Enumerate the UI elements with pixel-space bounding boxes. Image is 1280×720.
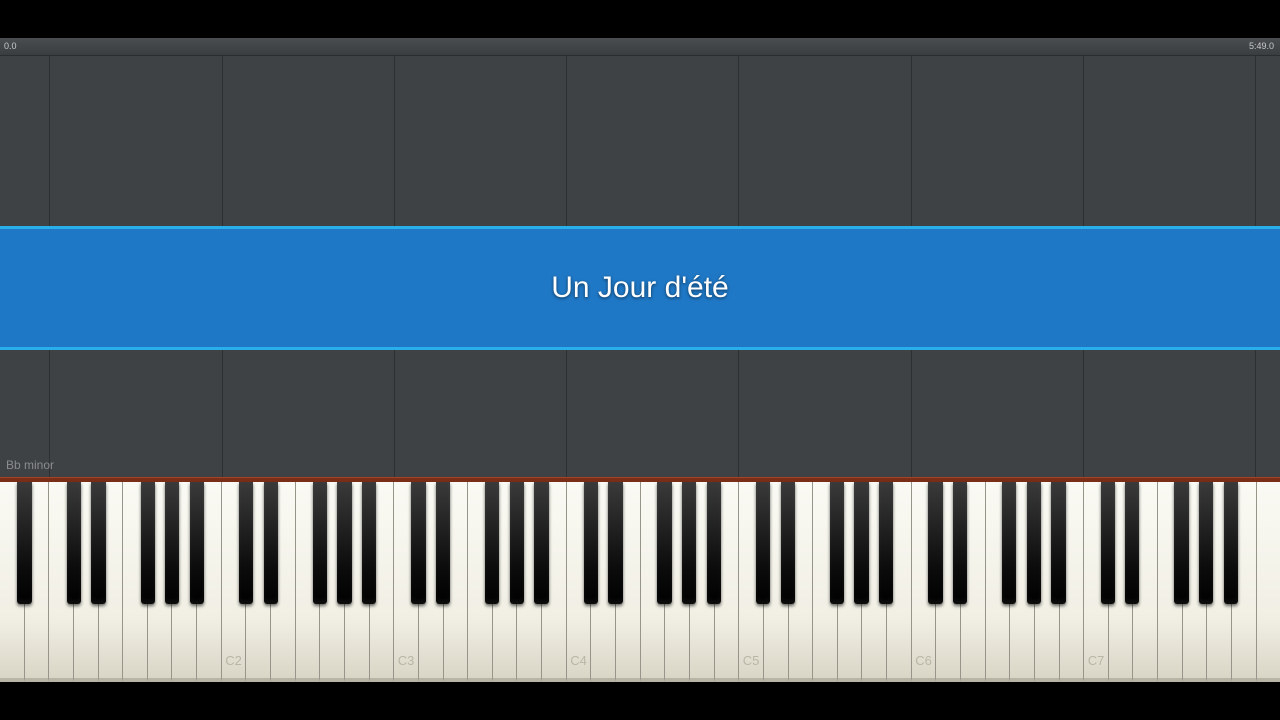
note-roll: Un Jour d'été — [0, 56, 1280, 477]
black-key[interactable] — [854, 482, 868, 604]
black-key[interactable] — [510, 482, 524, 604]
piano-keyboard[interactable]: C2 C3 C4 C5 C6 C7 — [0, 482, 1280, 682]
white-key[interactable] — [1257, 482, 1280, 682]
black-key[interactable] — [190, 482, 204, 604]
song-title-banner: Un Jour d'été — [0, 226, 1280, 350]
timeline-scrubber[interactable]: 0.0 5:49.0 — [0, 38, 1280, 56]
c-key-label: C2 — [222, 653, 246, 668]
c-key-label: C5 — [739, 653, 763, 668]
black-key[interactable] — [313, 482, 327, 604]
black-key[interactable] — [756, 482, 770, 604]
black-key[interactable] — [953, 482, 967, 604]
black-key[interactable] — [781, 482, 795, 604]
black-key[interactable] — [91, 482, 105, 604]
black-key[interactable] — [1101, 482, 1115, 604]
black-key[interactable] — [1174, 482, 1188, 604]
black-key[interactable] — [608, 482, 622, 604]
black-key[interactable] — [165, 482, 179, 604]
black-key[interactable] — [682, 482, 696, 604]
black-key[interactable] — [141, 482, 155, 604]
black-key[interactable] — [411, 482, 425, 604]
black-key[interactable] — [707, 482, 721, 604]
song-title: Un Jour d'été — [551, 271, 729, 305]
black-key[interactable] — [1125, 482, 1139, 604]
black-key[interactable] — [264, 482, 278, 604]
c-key-label: C7 — [1084, 653, 1108, 668]
c-key-label: C3 — [394, 653, 418, 668]
key-signature-label: Bb minor — [6, 458, 54, 472]
timeline-start-time: 0.0 — [4, 41, 17, 51]
black-key[interactable] — [584, 482, 598, 604]
c-key-label: C4 — [567, 653, 591, 668]
black-key[interactable] — [928, 482, 942, 604]
black-key[interactable] — [239, 482, 253, 604]
black-key[interactable] — [879, 482, 893, 604]
black-key[interactable] — [1224, 482, 1238, 604]
black-key[interactable] — [337, 482, 351, 604]
black-key[interactable] — [830, 482, 844, 604]
synthesia-stage: 0.0 5:49.0 Un Jour d'été Bb minor C2 C3 C4… — [0, 38, 1280, 682]
black-key[interactable] — [534, 482, 548, 604]
black-key[interactable] — [657, 482, 671, 604]
black-key[interactable] — [1027, 482, 1041, 604]
black-key[interactable] — [485, 482, 499, 604]
timeline-end-time: 5:49.0 — [1249, 41, 1274, 51]
black-key[interactable] — [1002, 482, 1016, 604]
black-key[interactable] — [1051, 482, 1065, 604]
black-key[interactable] — [362, 482, 376, 604]
black-key[interactable] — [67, 482, 81, 604]
c-key-label: C6 — [912, 653, 936, 668]
black-key[interactable] — [436, 482, 450, 604]
black-key[interactable] — [1199, 482, 1213, 604]
black-key[interactable] — [17, 482, 31, 604]
